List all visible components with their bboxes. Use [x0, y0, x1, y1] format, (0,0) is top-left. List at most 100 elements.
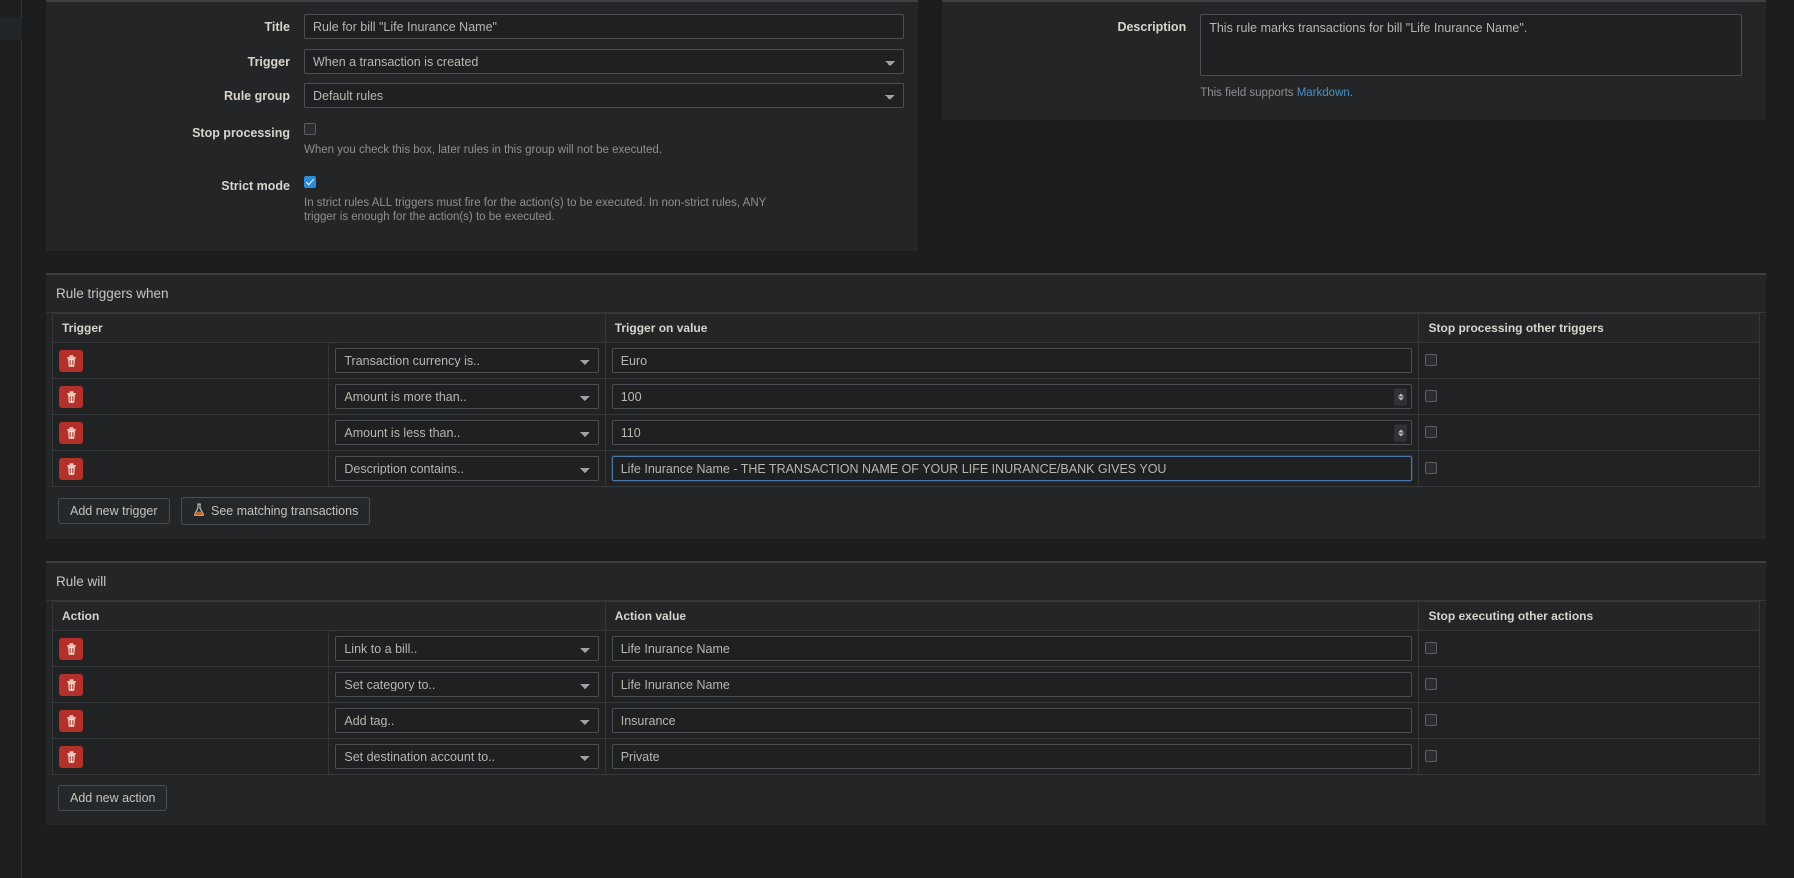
field-row-stop-processing: Stop processing When you check this box,… [46, 120, 918, 157]
table-row: Amount is less than.. [51, 414, 1760, 451]
description-help: This field supports Markdown. [1200, 86, 1742, 100]
trigger-stop-cell [1418, 414, 1760, 451]
trash-icon [66, 426, 76, 439]
rule-group-label: Rule group [224, 89, 290, 103]
delete-cell [51, 378, 330, 415]
stepper-up-icon[interactable] [1397, 429, 1404, 432]
trigger-type-select[interactable]: Transaction currency is.. [335, 348, 599, 373]
action-stop-checkbox[interactable] [1425, 750, 1438, 763]
trigger-value-cell [604, 450, 1420, 487]
trigger-value-input[interactable] [611, 456, 1413, 481]
delete-action-button[interactable] [59, 637, 83, 660]
description-help-suffix: . [1349, 87, 1353, 99]
delete-cell [51, 738, 330, 775]
actions-col-stop: Stop executing other actions [1418, 601, 1760, 631]
action-value-cell [604, 702, 1420, 739]
action-stop-checkbox[interactable] [1425, 678, 1438, 691]
trigger-stop-checkbox[interactable] [1425, 354, 1438, 367]
rule-meta-row: Title Trigger When a transaction is crea… [22, 0, 1794, 251]
delete-action-button[interactable] [59, 709, 83, 732]
trigger-stop-cell [1418, 342, 1760, 379]
trigger-value-input[interactable] [611, 420, 1413, 445]
stepper-down-icon[interactable] [1397, 397, 1404, 400]
delete-trigger-button[interactable] [59, 385, 83, 408]
delete-trigger-button[interactable] [59, 457, 83, 480]
action-stop-checkbox[interactable] [1425, 714, 1438, 727]
field-row-rule-group: Rule group Default rules [46, 83, 918, 108]
see-matching-transactions-label: See matching transactions [211, 504, 359, 518]
action-value-input[interactable] [611, 636, 1413, 661]
triggers-col-stop: Stop processing other triggers [1418, 313, 1760, 343]
action-stop-cell [1418, 666, 1760, 703]
trigger-value-input[interactable] [611, 384, 1413, 409]
title-input[interactable] [304, 14, 905, 39]
action-stop-cell [1418, 630, 1760, 667]
trigger-stop-checkbox[interactable] [1425, 390, 1438, 403]
add-new-action-button[interactable]: Add new action [58, 785, 168, 811]
triggers-header-row: Trigger Trigger on value Stop processing… [52, 313, 1760, 343]
trigger-type-select[interactable]: Description contains.. [335, 456, 599, 481]
trigger-stop-cell [1418, 378, 1760, 415]
trigger-type-select[interactable]: Amount is less than.. [335, 420, 599, 445]
description-textarea[interactable]: This rule marks transactions for bill "L… [1200, 14, 1742, 76]
number-stepper[interactable] [1394, 388, 1408, 405]
table-row: Transaction currency is.. [51, 342, 1760, 379]
description-help-prefix: This field supports [1200, 87, 1297, 99]
action-type-select[interactable]: Link to a bill.. [335, 636, 599, 661]
actions-button-row: Add new action [52, 775, 1760, 813]
number-stepper[interactable] [1394, 424, 1408, 441]
action-type-cell: Link to a bill.. [328, 630, 606, 667]
action-value-input[interactable] [611, 672, 1413, 697]
action-type-select[interactable]: Add tag.. [335, 708, 599, 733]
trash-icon [66, 642, 76, 655]
delete-cell [51, 342, 330, 379]
rule-group-select[interactable]: Default rules [304, 83, 905, 108]
stop-processing-help: When you check this box, later rules in … [304, 144, 662, 156]
add-new-trigger-button[interactable]: Add new trigger [58, 498, 170, 524]
action-type-select[interactable]: Set category to.. [335, 672, 599, 697]
trigger-type-cell: Amount is less than.. [328, 414, 606, 451]
trash-icon [66, 354, 76, 367]
trigger-value-cell [604, 342, 1420, 379]
see-matching-transactions-button[interactable]: See matching transactions [181, 497, 371, 525]
action-value-input[interactable] [611, 708, 1413, 733]
triggers-table: Trigger Trigger on value Stop processing… [51, 313, 1760, 487]
trash-icon [66, 714, 76, 727]
delete-trigger-button[interactable] [59, 349, 83, 372]
trigger-stop-cell [1418, 450, 1760, 487]
trigger-type-cell: Amount is more than.. [328, 378, 606, 415]
trash-icon [66, 678, 76, 691]
stepper-down-icon[interactable] [1397, 433, 1404, 436]
triggers-col-value: Trigger on value [604, 313, 1420, 343]
action-type-select[interactable]: Set destination account to.. [335, 744, 599, 769]
table-row: Description contains.. [51, 450, 1760, 487]
strict-mode-checkbox[interactable] [304, 175, 316, 188]
flask-icon [193, 503, 205, 519]
rule-description-card: Description This rule marks transactions… [942, 0, 1766, 120]
stop-processing-checkbox[interactable] [304, 122, 316, 135]
table-row: Amount is more than.. [51, 378, 1760, 415]
trigger-value-input[interactable] [611, 348, 1413, 373]
action-stop-checkbox[interactable] [1425, 642, 1438, 655]
rule-basics-card: Title Trigger When a transaction is crea… [46, 0, 919, 251]
delete-cell [51, 450, 330, 487]
action-value-input[interactable] [611, 744, 1413, 769]
trigger-stop-checkbox[interactable] [1425, 462, 1438, 475]
rule-edit-page: Title Trigger When a transaction is crea… [22, 0, 1794, 878]
delete-action-button[interactable] [59, 673, 83, 696]
action-type-cell: Set category to.. [328, 666, 606, 703]
trigger-select[interactable]: When a transaction is created [304, 49, 905, 74]
stepper-up-icon[interactable] [1397, 393, 1404, 396]
markdown-link[interactable]: Markdown [1297, 87, 1350, 99]
trash-icon [66, 390, 76, 403]
trigger-stop-checkbox[interactable] [1425, 426, 1438, 439]
delete-trigger-button[interactable] [59, 421, 83, 444]
left-sidebar-rail [0, 0, 22, 878]
field-row-trigger: Trigger When a transaction is created [46, 49, 918, 74]
delete-action-button[interactable] [59, 745, 83, 768]
action-value-cell [604, 666, 1420, 703]
action-value-cell [604, 738, 1420, 775]
action-stop-cell [1418, 738, 1760, 775]
field-row-title: Title [46, 14, 918, 39]
trigger-type-select[interactable]: Amount is more than.. [335, 384, 599, 409]
